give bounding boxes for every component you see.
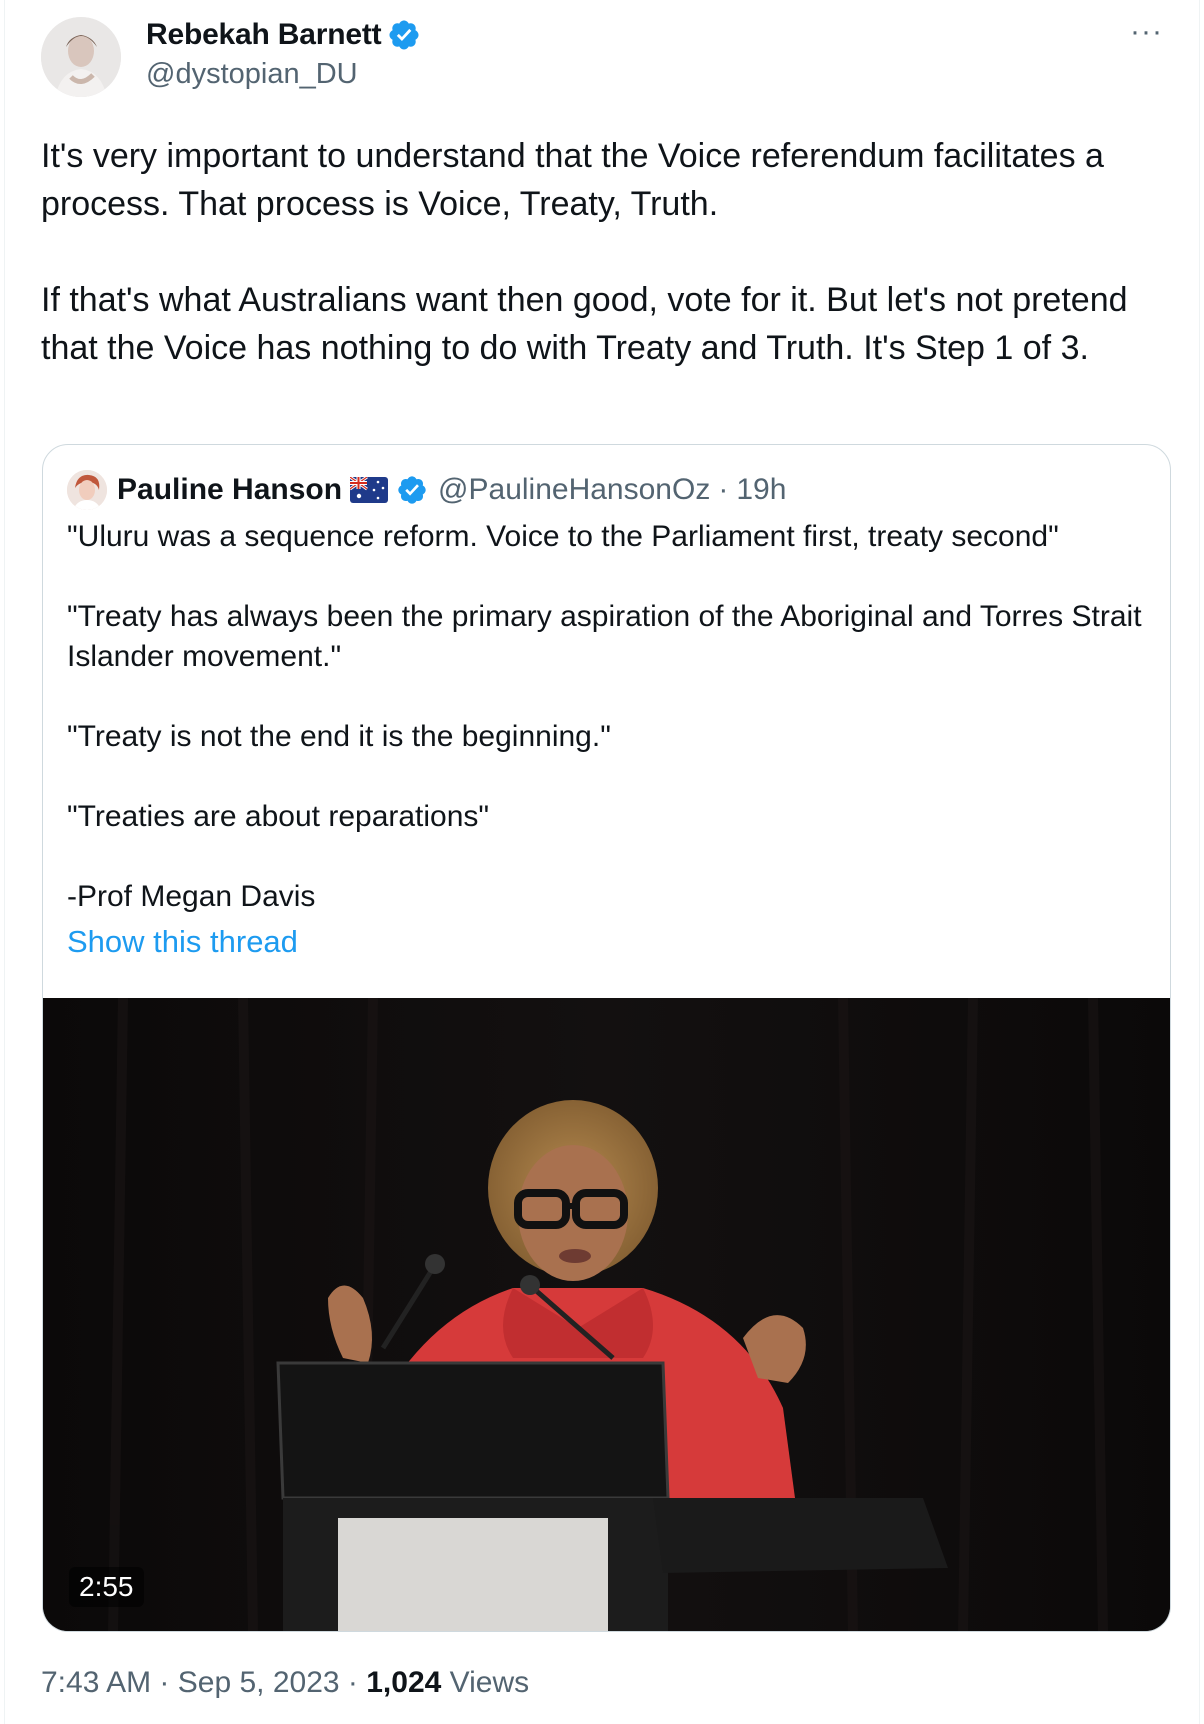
author-name-row[interactable]: Rebekah Barnett [146,18,421,52]
views-label: Views [441,1666,530,1699]
tweet-date[interactable]: Sep 5, 2023 [178,1666,340,1699]
meta-separator: · [151,1666,178,1699]
tweet-time[interactable]: 7:43 AM [41,1666,151,1699]
author-handle[interactable]: @dystopian_DU [146,58,358,91]
verified-badge-icon [387,18,421,52]
meta-separator: · [339,1666,367,1699]
show-thread-link[interactable]: Show this thread [67,924,298,960]
video-player[interactable]: 2:55 [43,998,1170,1631]
quoted-tweet[interactable]: Pauline Hanson @PaulineHansonOz · 19h "U… [42,444,1171,1632]
quoted-author-display-name[interactable]: Pauline Hanson [117,473,342,507]
author-avatar[interactable] [41,17,121,97]
tweet-card: Rebekah Barnett @dystopian_DU ··· It's v… [4,0,1200,1724]
quoted-tweet-text: "Uluru was a sequence reform. Voice to t… [67,520,1142,913]
tweet-meta: 7:43 AM · Sep 5, 2023 · 1,024 Views [41,1666,529,1700]
quoted-separator: · [718,473,729,506]
video-duration-badge: 2:55 [69,1567,144,1607]
quoted-verified-badge-icon [396,474,428,506]
quoted-author-handle[interactable]: @PaulineHansonOz [438,473,710,507]
quoted-timestamp[interactable]: 19h [736,473,786,507]
quoted-tweet-header: Pauline Hanson @PaulineHansonOz · 19h [67,469,786,511]
australia-flag-icon [349,475,389,503]
tweet-text: It's very important to understand that t… [41,137,1128,367]
views-count: 1,024 [366,1666,442,1699]
author-display-name[interactable]: Rebekah Barnett [146,18,382,52]
more-options-icon[interactable]: ··· [1130,17,1163,47]
video-thumbnail [43,998,1170,1631]
quoted-author-avatar[interactable] [67,470,107,510]
